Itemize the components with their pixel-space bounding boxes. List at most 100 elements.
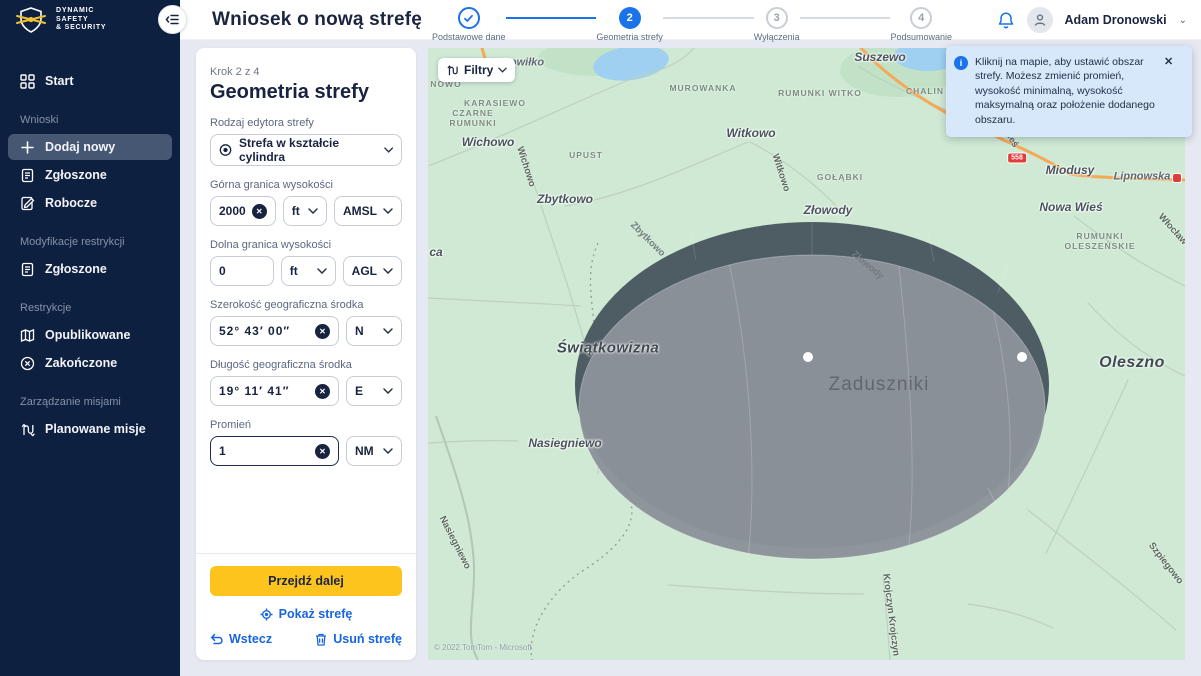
lower-unit-select[interactable]: ft [281, 256, 336, 286]
main-content: Krok 2 z 4 Geometria strefy Rodzaj edyto… [180, 40, 1201, 676]
latitude-input[interactable]: 52° 43′ 00″ ✕ [210, 316, 339, 346]
user-name[interactable]: Adam Dronowski [1065, 13, 1167, 27]
longitude-input[interactable]: 19° 11′ 41″ ✕ [210, 376, 339, 406]
zone-center-handle[interactable] [803, 352, 813, 362]
sidebar-item-label: Zakończone [45, 356, 117, 370]
upper-altitude-input[interactable]: 2000 ✕ [210, 196, 276, 226]
clear-icon[interactable]: ✕ [315, 324, 330, 339]
app-window: DYNAMIC SAFETY & SECURITY Start Wnioski … [0, 0, 1201, 676]
upper-ref-select[interactable]: AMSL [334, 196, 402, 226]
map-canvas[interactable]: trowiłkoNOWOKARASIEWOCZARNE RUMUNKIWicho… [428, 48, 1185, 660]
latitude-value: 52° 43′ 00″ [219, 324, 290, 338]
sidebar-section-wnioski: Wnioski [20, 114, 180, 126]
step-geometria-strefy[interactable]: 2 Geometria strefy [596, 7, 663, 42]
upper-limit-label: Górna granica wysokości [210, 179, 402, 191]
chevron-down-icon [498, 67, 507, 73]
longitude-label: Długość geograficzna środka [210, 359, 402, 371]
zone-form-card: Krok 2 z 4 Geometria strefy Rodzaj edyto… [196, 48, 416, 660]
collapse-menu-icon [165, 13, 180, 26]
zone-radius-handle[interactable] [1017, 352, 1027, 362]
form-title: Geometria strefy [210, 81, 402, 104]
chevron-down-icon [383, 388, 393, 394]
header: Wniosek o nową strefę Podstawowe dane 2 … [180, 0, 1201, 40]
sidebar-toggle-button[interactable] [158, 5, 187, 34]
sidebar-item-robocze[interactable]: Robocze [8, 190, 172, 216]
brand-logo: DYNAMIC SAFETY & SECURITY [0, 0, 180, 40]
step-podstawowe-dane[interactable]: Podstawowe dane [432, 7, 506, 42]
step-check-circle [458, 7, 480, 29]
header-right: Adam Dronowski ⌄ [997, 0, 1188, 40]
clear-icon[interactable]: ✕ [252, 204, 267, 219]
back-link[interactable]: Wstecz [210, 632, 272, 646]
radius-unit-select[interactable]: NM [346, 436, 402, 466]
chevron-down-icon [317, 268, 327, 274]
step-label: Podsumowanie [890, 32, 952, 42]
route-icon [20, 422, 35, 437]
brand-name: DYNAMIC SAFETY & SECURITY [56, 7, 106, 33]
crosshair-icon [260, 608, 273, 621]
delete-zone-link[interactable]: Usuń strefę [315, 632, 402, 646]
sidebar-item-start[interactable]: Start [8, 68, 172, 94]
chevron-down-icon [383, 448, 393, 454]
step-number: 3 [766, 7, 788, 29]
bell-icon[interactable] [997, 11, 1015, 30]
clear-icon[interactable]: ✕ [315, 444, 330, 459]
radius-label: Promień [210, 419, 402, 431]
upper-unit-select[interactable]: ft [283, 196, 327, 226]
sidebar-item-opublikowane[interactable]: Opublikowane [8, 322, 172, 348]
zone-cylinder[interactable] [575, 222, 1049, 568]
sidebar: DYNAMIC SAFETY & SECURITY Start Wnioski … [0, 0, 180, 676]
nasiegniewo-road [436, 416, 478, 660]
radius-value: 1 [219, 444, 226, 458]
delete-zone-label: Usuń strefę [333, 632, 402, 646]
chevron-down-icon [383, 268, 393, 274]
sidebar-item-label: Opublikowane [45, 328, 130, 342]
editor-type-label: Rodzaj edytora strefy [210, 117, 402, 129]
sidebar-item-planowane-misje[interactable]: Planowane misje [8, 416, 172, 442]
person-icon [1033, 13, 1047, 27]
sidebar-nav: Start Wnioski Dodaj nowy Zgłoszone Roboc… [0, 40, 180, 442]
sidebar-section-modyfikacje: Modyfikacje restrykcji [20, 236, 180, 248]
info-icon: i [954, 56, 968, 70]
clear-icon[interactable]: ✕ [315, 384, 330, 399]
chevron-down-icon[interactable]: ⌄ [1179, 15, 1187, 26]
plus-icon [20, 140, 35, 155]
avatar[interactable] [1027, 7, 1053, 33]
wizard-stepper: Podstawowe dane 2 Geometria strefy 3 Wył… [432, 7, 952, 42]
stepper-connector [506, 17, 597, 19]
editor-type-select[interactable]: Strefa w kształcie cylindra [210, 134, 402, 166]
map-base-layer [428, 48, 1185, 660]
page-title: Wniosek o nową strefę [212, 9, 422, 31]
document-edit-icon [20, 196, 35, 211]
step-wylaczenia[interactable]: 3 Wyłączenia [754, 7, 800, 42]
next-button[interactable]: Przejdź dalej [210, 566, 402, 596]
filters-button[interactable]: Filtry [438, 58, 515, 82]
editor-type-value: Strefa w kształcie cylindra [239, 136, 378, 164]
sidebar-item-dodaj-nowy[interactable]: Dodaj nowy [8, 134, 172, 160]
sidebar-item-zakonczone[interactable]: Zakończone [8, 350, 172, 376]
longitude-hemisphere-select[interactable]: E [346, 376, 402, 406]
show-zone-label: Pokaż strefę [279, 607, 353, 621]
close-icon[interactable]: ✕ [1164, 57, 1173, 127]
grid-icon [20, 74, 35, 89]
step-label: Podstawowe dane [432, 32, 506, 42]
sidebar-item-label: Dodaj nowy [45, 140, 115, 154]
cylinder-shape-icon [219, 143, 232, 157]
stepper-connector [663, 17, 754, 19]
lower-altitude-input[interactable]: 0 [210, 256, 274, 286]
radius-input[interactable]: 1 ✕ [210, 436, 339, 466]
sidebar-item-zgloszone-modyfikacje[interactable]: Zgłoszone [8, 256, 172, 282]
latitude-hemisphere-select[interactable]: N [346, 316, 402, 346]
sidebar-item-label: Start [45, 74, 73, 88]
map-attribution: © 2022 TomTom - Microsoft [434, 643, 532, 652]
document-icon [20, 168, 35, 183]
lower-ref-select[interactable]: AGL [343, 256, 402, 286]
step-label: Wyłączenia [754, 32, 800, 42]
document-icon [20, 262, 35, 277]
sidebar-item-zgloszone-wnioski[interactable]: Zgłoszone [8, 162, 172, 188]
sidebar-item-label: Zgłoszone [45, 262, 107, 276]
step-podsumowanie[interactable]: 4 Podsumowanie [890, 7, 952, 42]
stepper-connector [800, 17, 891, 19]
show-zone-link[interactable]: Pokaż strefę [210, 607, 402, 621]
step-number: 4 [910, 7, 932, 29]
